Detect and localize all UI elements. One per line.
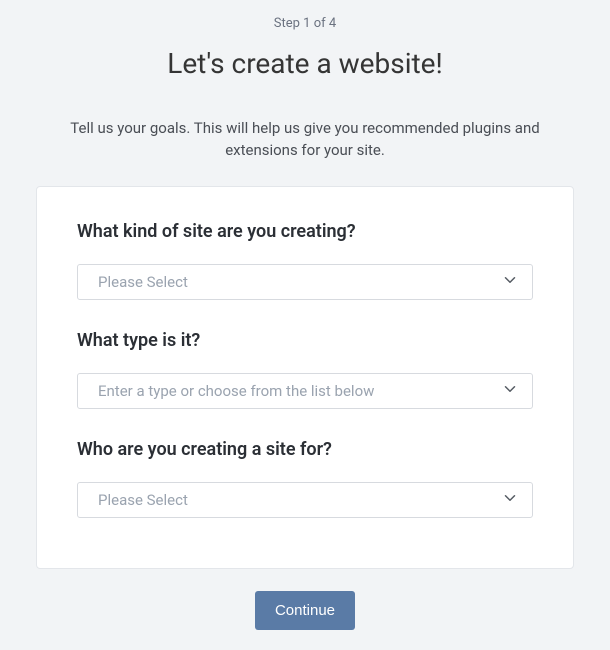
setup-form-card: What kind of site are you creating? Plea…	[36, 186, 574, 569]
field-site-type: What type is it? Enter a type or choose …	[77, 330, 533, 409]
step-indicator: Step 1 of 4	[36, 16, 574, 31]
select-site-kind[interactable]: Please Select	[77, 264, 533, 300]
field-site-who: Who are you creating a site for? Please …	[77, 439, 533, 518]
select-site-type-placeholder: Enter a type or choose from the list bel…	[98, 382, 374, 400]
select-site-type[interactable]: Enter a type or choose from the list bel…	[77, 373, 533, 409]
select-site-who-placeholder: Please Select	[98, 491, 188, 509]
label-site-type: What type is it?	[77, 330, 533, 351]
select-site-kind-placeholder: Please Select	[98, 273, 188, 291]
form-footer: Continue	[36, 591, 574, 630]
field-site-kind: What kind of site are you creating? Plea…	[77, 221, 533, 300]
select-site-who[interactable]: Please Select	[77, 482, 533, 518]
label-site-who: Who are you creating a site for?	[77, 439, 533, 460]
page-subtitle: Tell us your goals. This will help us gi…	[36, 118, 574, 162]
page-title: Let's create a website!	[36, 47, 574, 80]
continue-button[interactable]: Continue	[255, 591, 355, 630]
label-site-kind: What kind of site are you creating?	[77, 221, 533, 242]
